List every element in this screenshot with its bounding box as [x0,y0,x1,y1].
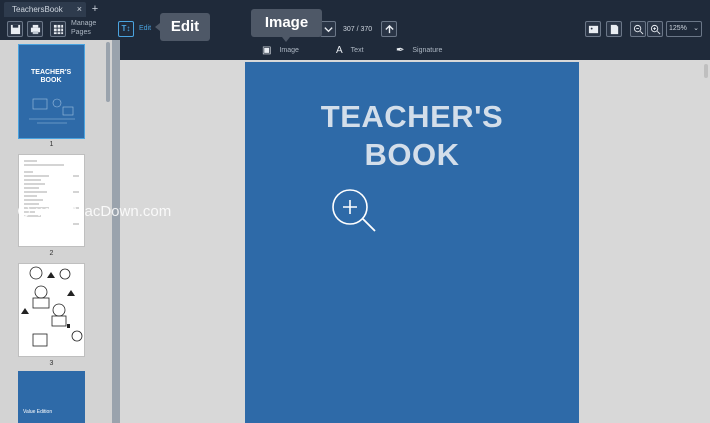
add-text-tool[interactable]: A Text [336,40,364,60]
manage-pages-label: Manage [71,20,97,27]
image-tool-label: Image [279,46,299,54]
thumbnail-illustration [29,98,75,124]
chevron-down-icon: ⌄ [693,25,699,32]
edit-label: Edit [139,25,152,32]
save-icon [10,24,20,34]
pen-icon: ✒ [396,44,405,56]
next-page-button[interactable] [320,21,336,37]
watermark: www.MacDown.com [18,203,171,220]
thumbnail-number: 2 [49,250,54,257]
view-mode-button[interactable] [585,21,601,37]
app-window: TeachersBook × + Manage Pages T↕ Edit 30… [0,0,710,423]
thumbnail-shapes [21,266,83,347]
page-indicator[interactable]: 307 / 370 [343,26,372,33]
print-icon [30,24,40,34]
thumbnail-page-4[interactable]: Value Edition [18,371,85,423]
watermark-text: www.MacDown.com [36,203,172,220]
image-tooltip: Image [251,9,322,42]
zoom-in-button[interactable] [647,21,663,37]
canvas-scrollbar[interactable] [704,64,708,78]
image-icon: ▣ [262,44,272,56]
text-icon: A [336,44,343,56]
thumbnail-number: 3 [49,360,54,367]
signature-tool-label: Signature [412,46,443,54]
document-page[interactable]: TEACHER'S BOOK [245,62,579,423]
sidebar-scrollbar[interactable] [106,42,110,102]
magnifier-cursor-icon [332,189,376,232]
book-title-line2: BOOK [364,137,460,172]
thumbnail-caption: Value Edition [23,409,53,415]
arrow-up-icon [384,24,394,33]
zoom-out-button[interactable] [630,21,646,37]
edit-tooltip: Edit [155,13,210,41]
add-tab-icon[interactable]: + [88,2,102,16]
thumbnail-page-3[interactable] [18,263,85,357]
book-title-line1: TEACHER'S [320,99,504,134]
manage-pages-label-line2: Pages [71,29,91,36]
page-thumbnails-panel[interactable]: TEACHER'S BOOK 1 2 3 Value Edition [0,40,120,423]
tab-title: TeachersBook [12,5,63,14]
manage-pages-button[interactable] [50,21,66,37]
thumbnail-number: 1 [49,141,54,148]
document-tab[interactable]: TeachersBook × [4,2,86,17]
print-button[interactable] [27,21,43,37]
grid-icon [53,24,63,34]
thumbnail-page-2[interactable] [18,154,85,247]
thumbnail-page-1[interactable]: TEACHER'S BOOK [18,44,85,139]
edit-text-icon[interactable]: T↕ [118,21,134,37]
tab-bar: TeachersBook × + [0,0,710,17]
add-image-tool[interactable]: ▣ Image [262,40,299,60]
zoom-in-icon [650,24,660,34]
image-view-icon [588,25,598,33]
zoom-out-icon [633,24,643,34]
text-tool-label: Text [350,46,364,54]
document-icon [610,24,618,34]
thumbnail-title: TEACHER'S BOOK [31,69,72,84]
document-canvas[interactable]: TEACHER'S BOOK [120,60,710,423]
save-button[interactable] [7,21,23,37]
zoom-select[interactable]: 125% ⌄ [666,21,702,37]
thumbnail-text-lines [24,160,79,225]
edit-subtoolbar: ▣ Image A Text ✒ Signature [120,40,710,60]
close-tab-icon[interactable]: × [77,2,82,17]
chevron-down-icon [323,26,333,32]
add-signature-tool[interactable]: ✒ Signature [396,40,442,60]
document-button[interactable] [606,21,622,37]
prev-page-button[interactable] [381,21,397,37]
book-title: TEACHER'S BOOK [245,98,579,174]
zoom-value: 125% [669,25,687,32]
watermark-logo-icon [18,205,30,217]
